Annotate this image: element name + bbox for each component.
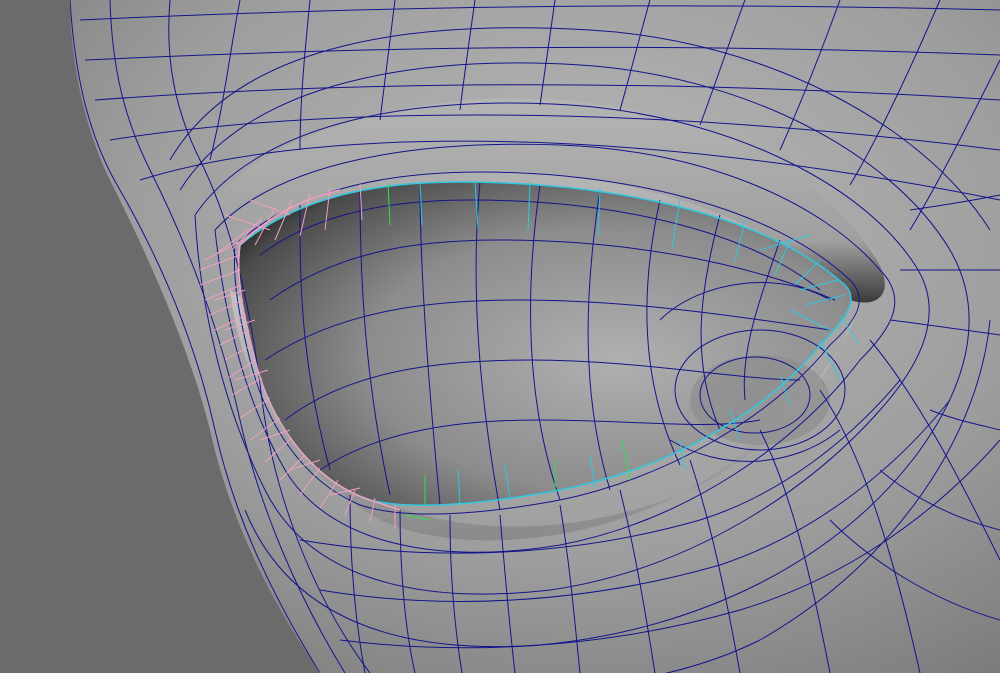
3d-viewport[interactable]: [0, 0, 1000, 673]
viewport-canvas[interactable]: [0, 0, 1000, 673]
